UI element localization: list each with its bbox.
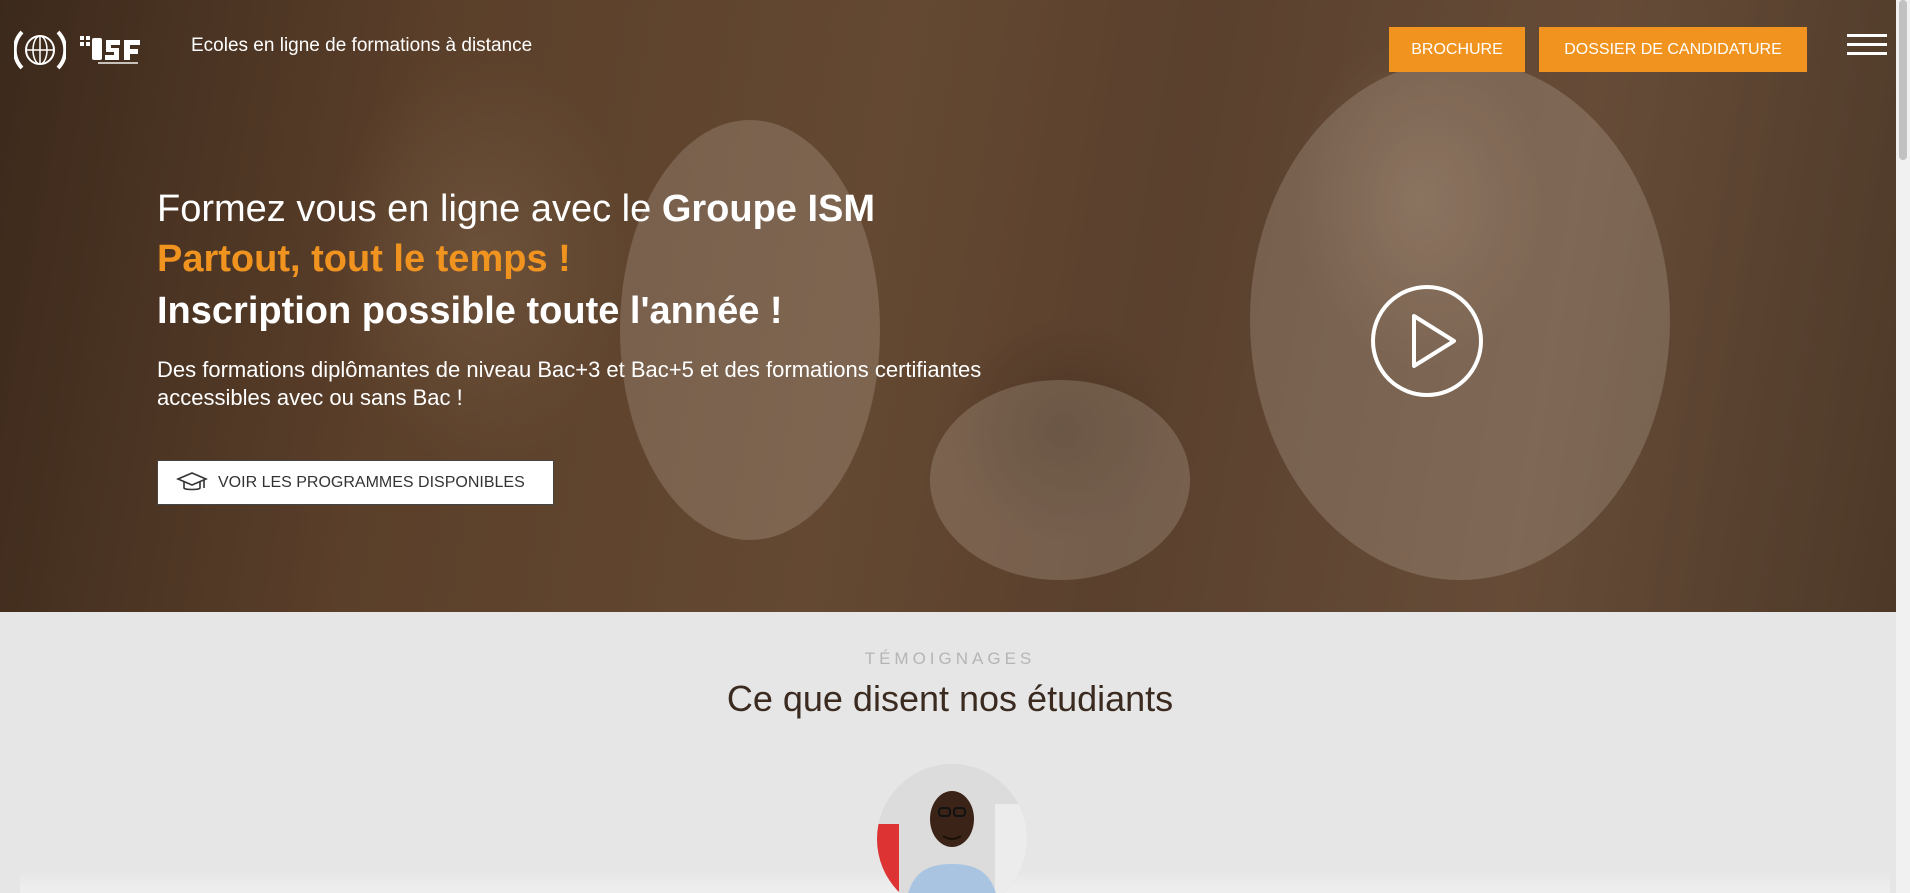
student-photo <box>877 764 1027 893</box>
site-tagline: Ecoles en ligne de formations à distance <box>191 35 533 56</box>
application-file-button[interactable]: DOSSIER DE CANDIDATURE <box>1539 27 1807 72</box>
testimonials-eyebrow: TÉMOIGNAGES <box>864 649 1036 668</box>
hero-text: Formez vous en ligne avec le Groupe ISM … <box>157 188 1097 412</box>
isf-logo-icon[interactable] <box>78 30 142 70</box>
logo-group[interactable] <box>14 24 142 76</box>
play-icon[interactable] <box>1370 284 1484 398</box>
testimonials-section: TÉMOIGNAGES Ce que disent nos étudiants <box>0 612 1910 893</box>
view-programs-label: VOIR LES PROGRAMMES DISPONIBLES <box>218 473 525 491</box>
hero-banner: Ecoles en ligne de formations à distance… <box>0 0 1910 612</box>
brochure-button[interactable]: BROCHURE <box>1389 27 1525 72</box>
hero-subtitle: Partout, tout le temps ! <box>157 238 571 280</box>
ism-logo-icon[interactable] <box>14 24 66 76</box>
scrollbar-thumb[interactable] <box>1899 0 1907 160</box>
hero-title-prefix: Formez vous en ligne avec le <box>157 188 662 230</box>
graduation-cap-icon <box>176 471 208 490</box>
hero-description: Des formations diplômantes de niveau Bac… <box>157 357 982 410</box>
hamburger-menu-icon[interactable] <box>1847 34 1887 60</box>
hero-title: Formez vous en ligne avec le Groupe ISM <box>157 188 1097 238</box>
hero-title-brand: Groupe ISM <box>661 188 876 230</box>
hero-headline: Inscription possible toute l'année ! <box>157 290 783 332</box>
view-programs-button[interactable]: VOIR LES PROGRAMMES DISPONIBLES <box>157 460 554 505</box>
student-avatar[interactable] <box>877 764 1027 893</box>
testimonials-title: Ce que disent nos étudiants <box>726 678 1174 719</box>
